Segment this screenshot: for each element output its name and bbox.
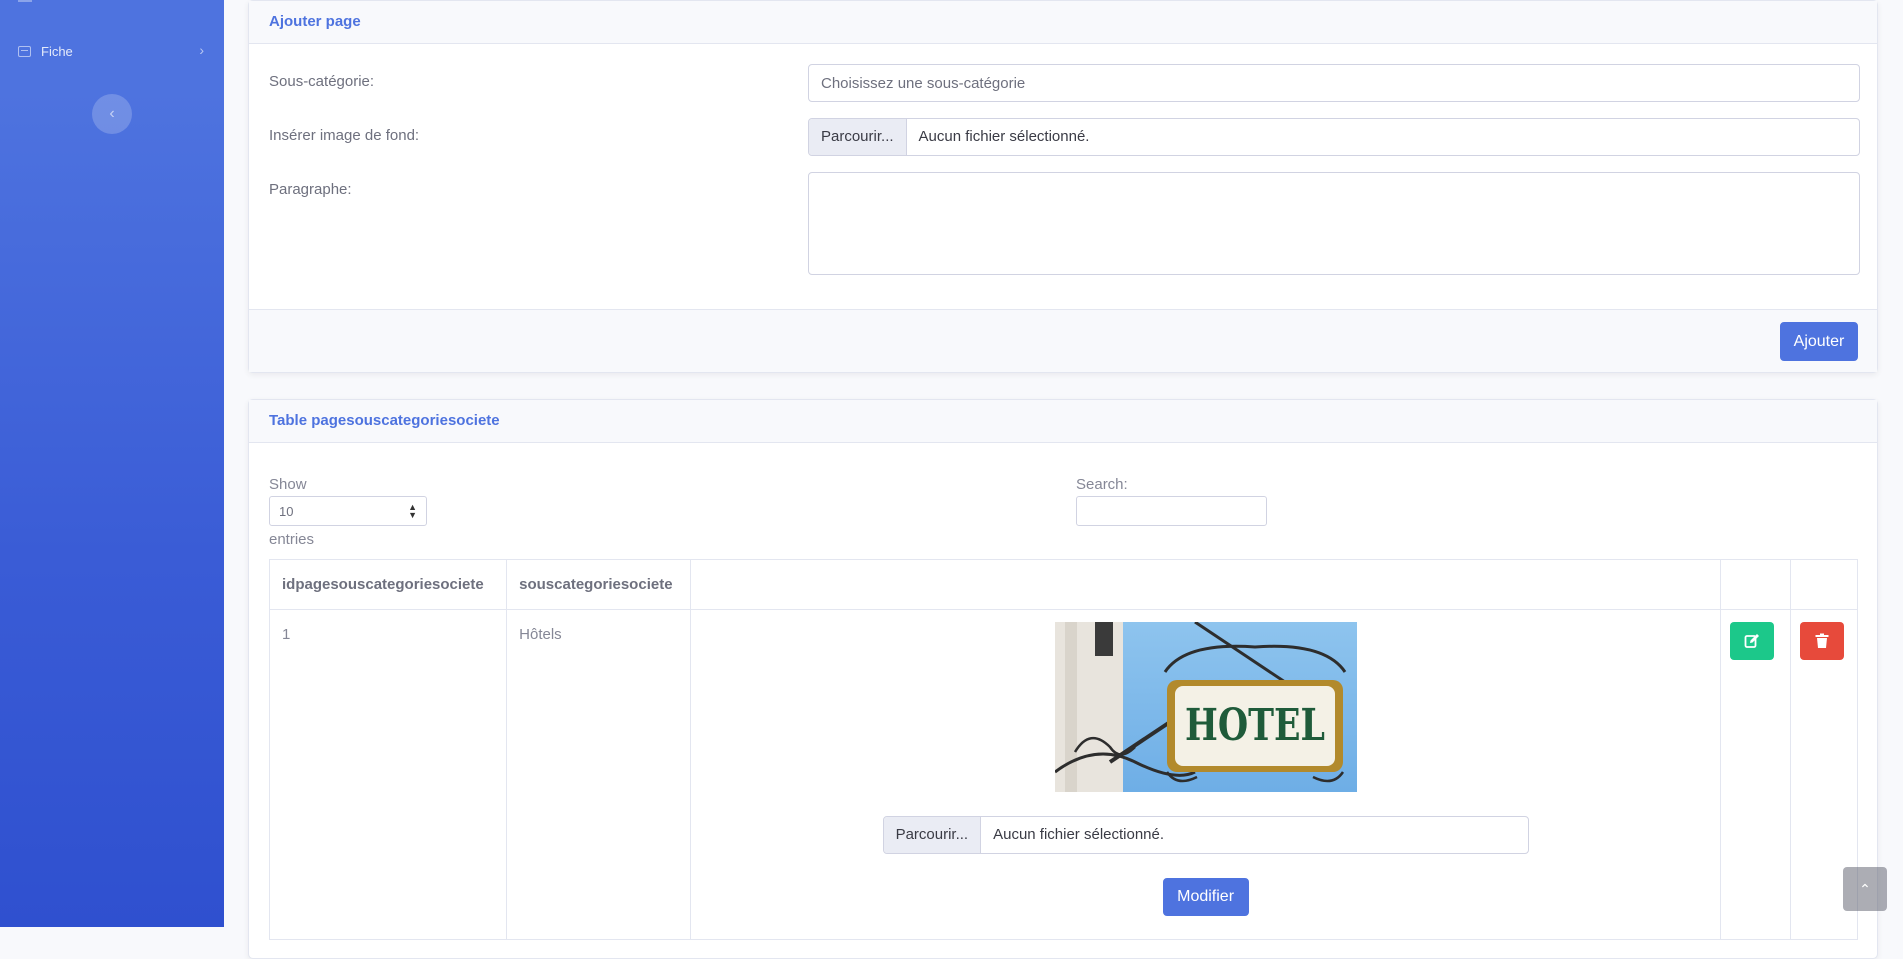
sidebar-item-fiche[interactable]: Fiche › <box>0 38 224 64</box>
column-header-edit <box>1719 559 1791 610</box>
search-label: Search: <box>1076 476 1128 493</box>
cell-id: 1 <box>268 609 508 940</box>
browse-button[interactable]: Parcourir... <box>809 119 907 155</box>
background-image-file-input[interactable]: Parcourir... Aucun fichier sélectionné. <box>808 118 1860 156</box>
column-header-souscategorie[interactable]: souscategoriesociete <box>506 559 692 610</box>
add-page-card: Ajouter page Sous-catégorie: Choisissez … <box>248 0 1878 373</box>
column-header-id[interactable]: idpagesouscategoriesociete <box>268 559 508 610</box>
scroll-to-top-button[interactable]: ⌃ <box>1843 867 1887 911</box>
cell-image: HOTEL Parcourir... Aucun fichier sélecti… <box>690 609 1721 940</box>
row-browse-button[interactable]: Parcourir... <box>883 817 982 853</box>
column-header-delete <box>1789 559 1859 610</box>
sidebar: Fiche › ‹ <box>0 0 224 927</box>
paragraph-textarea[interactable] <box>808 172 1860 275</box>
subcategory-select[interactable]: Choisissez une sous-catégorie <box>808 64 1860 102</box>
add-page-title: Ajouter page <box>249 1 1877 44</box>
search-input[interactable] <box>1076 496 1267 526</box>
hotel-sign-image: HOTEL <box>1054 622 1357 792</box>
table-header-row: idpagesouscategoriesociete souscategorie… <box>268 559 1859 610</box>
subcategory-label: Sous-catégorie: <box>269 73 375 90</box>
background-image-label: Insérer image de fond: <box>269 127 420 144</box>
table-icon <box>18 45 31 57</box>
modify-button[interactable]: Modifier <box>1162 878 1249 916</box>
cell-edit <box>1719 609 1791 940</box>
file-status-text: Aucun fichier sélectionné. <box>918 128 1090 145</box>
add-page-footer: Ajouter <box>249 309 1877 372</box>
column-header-image <box>690 559 1721 610</box>
cell-souscategorie: Hôtels <box>506 609 692 940</box>
table-row: 1 Hôtels HOTEL Parcourir... Aucun fichie… <box>268 609 1859 940</box>
hotel-sign-text: HOTEL <box>1185 700 1325 751</box>
edit-icon <box>1744 634 1759 648</box>
chevron-right-icon: › <box>199 42 204 58</box>
chevron-up-icon: ⌃ <box>1859 880 1871 897</box>
sidebar-toggle-button[interactable]: ‹ <box>92 94 132 134</box>
trash-icon <box>1815 633 1829 648</box>
edit-button[interactable] <box>1729 622 1774 660</box>
row-image-file-input[interactable]: Parcourir... Aucun fichier sélectionné. <box>882 816 1529 854</box>
table-title: Table pagesouscategoriesociete <box>249 400 1877 443</box>
add-button[interactable]: Ajouter <box>1780 322 1858 361</box>
sidebar-item-label: Fiche <box>41 43 73 59</box>
sidebar-top-icon <box>18 0 32 2</box>
row-file-status-text: Aucun fichier sélectionné. <box>993 826 1165 843</box>
entries-label: entries <box>269 531 315 548</box>
paragraph-label: Paragraphe: <box>269 181 352 198</box>
page-length-select[interactable]: 10 ▲ ▼ <box>269 496 427 526</box>
select-arrows-icon: ▲ ▼ <box>408 502 417 520</box>
delete-button[interactable] <box>1799 622 1844 660</box>
show-label: Show <box>269 476 307 493</box>
page-length-value: 10 <box>279 504 294 519</box>
chevron-left-icon: ‹ <box>109 105 115 122</box>
data-table: idpagesouscategoriesociete souscategorie… <box>268 559 1859 940</box>
table-card: Table pagesouscategoriesociete Show 10 ▲… <box>248 399 1878 959</box>
